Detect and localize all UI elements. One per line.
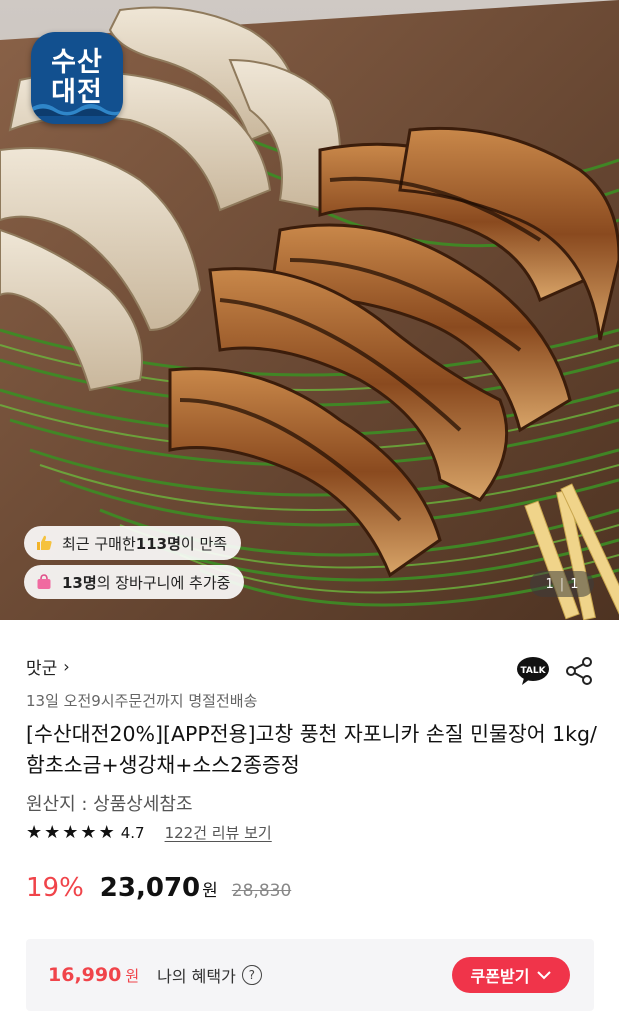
original-price: 28,830 — [231, 881, 292, 901]
product-title: [수산대전20%][APP전용]고창 풍천 자포니카 손질 민물장어 1kg/ … — [26, 722, 597, 777]
benefit-label: 나의 혜택가 — [157, 967, 236, 986]
review-link[interactable]: 122건 리뷰 보기 — [165, 822, 272, 843]
rating-row: ★ ★ ★ ★ ★ 4.7 122건 리뷰 보기 — [26, 822, 272, 843]
counter-total: 1 — [570, 576, 579, 592]
cart-suffix: 의 장바구니에 추가중 — [96, 573, 231, 592]
currency-unit: 원 — [202, 881, 218, 901]
sale-price: 23,070 — [99, 873, 201, 903]
rating-value: 4.7 — [120, 823, 145, 842]
benefit-currency: 원 — [125, 966, 140, 985]
kakao-talk-button[interactable]: TALK — [516, 656, 550, 686]
discount-rate: 19% — [26, 873, 84, 903]
brand-link[interactable]: 맛군 › — [26, 654, 70, 679]
svg-text:TALK: TALK — [520, 666, 546, 676]
logo-line-1: 수산 — [51, 47, 103, 78]
star-rating: ★ ★ ★ ★ ★ — [26, 821, 115, 843]
seafood-festival-logo: 수산 대전 — [31, 32, 123, 124]
thumbs-up-icon — [34, 533, 54, 553]
recent-prefix: 최근 구매한 — [62, 534, 136, 553]
recent-count: 113명 — [135, 534, 181, 553]
cart-adds-pill: 13명 의 장바구니에 추가중 — [24, 565, 245, 599]
coupon-button[interactable]: 쿠폰받기 — [452, 957, 570, 993]
help-icon[interactable]: ? — [241, 965, 262, 985]
recent-buyers-pill: 최근 구매한 113명 이 만족 — [24, 526, 242, 560]
star-icon: ★ — [26, 821, 43, 843]
share-button[interactable] — [565, 656, 593, 686]
benefit-price: 16,990 — [48, 964, 122, 986]
star-icon: ★ — [98, 821, 115, 843]
shopping-bag-icon — [34, 572, 54, 592]
recent-suffix: 이 만족 — [180, 534, 228, 553]
origin-info: 원산지 : 상품상세참조 — [26, 794, 193, 815]
star-icon: ★ — [62, 821, 79, 843]
wave-icon — [31, 104, 123, 116]
counter-separator: | — [559, 576, 565, 592]
price-row: 19% 23,070 원 28,830 — [26, 873, 291, 903]
star-icon: ★ — [44, 821, 61, 843]
chevron-right-icon: › — [63, 657, 70, 676]
star-icon: ★ — [80, 821, 97, 843]
chevron-down-icon — [537, 971, 552, 980]
cart-count: 13명 — [62, 573, 97, 592]
coupon-button-label: 쿠폰받기 — [470, 967, 530, 986]
brand-name: 맛군 — [26, 659, 58, 679]
talk-icon: TALK — [517, 657, 549, 685]
benefit-price-box: 16,990 원 나의 혜택가 ? 쿠폰받기 — [26, 939, 594, 1011]
share-icon — [566, 657, 592, 685]
delivery-notice: 13일 오전9시주문건까지 명절전배송 — [26, 692, 258, 710]
counter-current: 1 — [545, 576, 554, 592]
product-image[interactable]: 수산 대전 최근 구매한 113명 이 만족 13명 의 장바구니에 추가중 1 — [0, 0, 619, 620]
image-counter: 1 | 1 — [530, 571, 594, 597]
